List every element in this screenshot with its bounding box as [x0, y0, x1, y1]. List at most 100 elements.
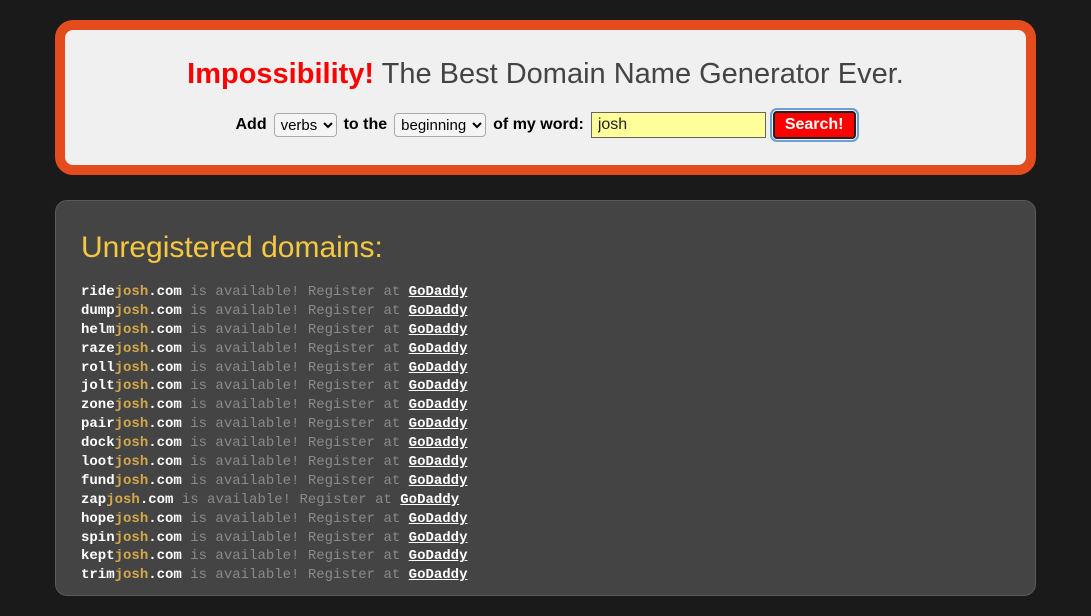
availability-text: is available! Register at: [182, 454, 409, 470]
domain-prefix: hope: [81, 511, 115, 527]
registrar-link[interactable]: GoDaddy: [409, 454, 468, 470]
domain-prefix: zap: [81, 492, 106, 508]
availability-text: is available! Register at: [182, 548, 409, 564]
domain-row: trimjosh.com is available! Register at G…: [81, 566, 1010, 585]
registrar-link[interactable]: GoDaddy: [409, 511, 468, 527]
domain-tld: .com: [148, 567, 182, 583]
results-panel: Unregistered domains: ridejosh.com is av…: [55, 200, 1036, 596]
domain-word: josh: [115, 360, 149, 376]
domain-word: josh: [115, 378, 149, 394]
to-the-label: to the: [344, 116, 388, 134]
domain-row: lootjosh.com is available! Register at G…: [81, 453, 1010, 472]
domain-prefix: roll: [81, 360, 115, 376]
domain-prefix: spin: [81, 530, 115, 546]
domain-row: zonejosh.com is available! Register at G…: [81, 396, 1010, 415]
domain-row: helmjosh.com is available! Register at G…: [81, 321, 1010, 340]
registrar-link[interactable]: GoDaddy: [409, 322, 468, 338]
domain-word: josh: [115, 511, 149, 527]
domain-word: josh: [115, 530, 149, 546]
domain-row: pairjosh.com is available! Register at G…: [81, 415, 1010, 434]
domain-word: josh: [115, 567, 149, 583]
domain-word: josh: [115, 416, 149, 432]
availability-text: is available! Register at: [182, 322, 409, 338]
registrar-link[interactable]: GoDaddy: [409, 530, 468, 546]
domain-word: josh: [115, 397, 149, 413]
domain-word: josh: [115, 303, 149, 319]
domain-row: fundjosh.com is available! Register at G…: [81, 472, 1010, 491]
domain-list: ridejosh.com is available! Register at G…: [81, 283, 1010, 585]
domain-prefix: jolt: [81, 378, 115, 394]
domain-tld: .com: [148, 284, 182, 300]
availability-text: is available! Register at: [182, 567, 409, 583]
registrar-link[interactable]: GoDaddy: [409, 473, 468, 489]
domain-tld: .com: [148, 360, 182, 376]
registrar-link[interactable]: GoDaddy: [409, 284, 468, 300]
domain-row: ridejosh.com is available! Register at G…: [81, 283, 1010, 302]
domain-row: joltjosh.com is available! Register at G…: [81, 377, 1010, 396]
domain-word: josh: [115, 454, 149, 470]
registrar-link[interactable]: GoDaddy: [409, 416, 468, 432]
registrar-link[interactable]: GoDaddy: [409, 360, 468, 376]
domain-row: spinjosh.com is available! Register at G…: [81, 529, 1010, 548]
page-title: Impossibility! The Best Domain Name Gene…: [85, 58, 1006, 91]
domain-word: josh: [115, 473, 149, 489]
registrar-link[interactable]: GoDaddy: [409, 548, 468, 564]
domain-tld: .com: [148, 435, 182, 451]
domain-word: josh: [115, 548, 149, 564]
domain-row: dockjosh.com is available! Register at G…: [81, 434, 1010, 453]
availability-text: is available! Register at: [182, 435, 409, 451]
brand-name: Impossibility!: [187, 58, 374, 90]
word-type-select[interactable]: verbs: [274, 113, 337, 137]
domain-tld: .com: [148, 454, 182, 470]
search-button[interactable]: Search!: [773, 111, 856, 139]
domain-prefix: ride: [81, 284, 115, 300]
registrar-link[interactable]: GoDaddy: [409, 567, 468, 583]
domain-word: josh: [115, 322, 149, 338]
registrar-link[interactable]: GoDaddy: [409, 341, 468, 357]
registrar-link[interactable]: GoDaddy: [409, 303, 468, 319]
domain-tld: .com: [140, 492, 174, 508]
domain-tld: .com: [148, 511, 182, 527]
domain-prefix: dump: [81, 303, 115, 319]
domain-tld: .com: [148, 473, 182, 489]
domain-row: keptjosh.com is available! Register at G…: [81, 547, 1010, 566]
results-heading: Unregistered domains:: [81, 231, 1010, 265]
availability-text: is available! Register at: [182, 360, 409, 376]
domain-prefix: helm: [81, 322, 115, 338]
domain-row: razejosh.com is available! Register at G…: [81, 340, 1010, 359]
availability-text: is available! Register at: [182, 341, 409, 357]
registrar-link[interactable]: GoDaddy: [409, 435, 468, 451]
domain-prefix: trim: [81, 567, 115, 583]
domain-tld: .com: [148, 378, 182, 394]
domain-tld: .com: [148, 416, 182, 432]
registrar-link[interactable]: GoDaddy: [409, 378, 468, 394]
domain-word: josh: [115, 341, 149, 357]
availability-text: is available! Register at: [182, 530, 409, 546]
availability-text: is available! Register at: [182, 511, 409, 527]
search-panel: Impossibility! The Best Domain Name Gene…: [55, 20, 1036, 175]
domain-tld: .com: [148, 530, 182, 546]
position-select[interactable]: beginning: [394, 113, 486, 137]
domain-tld: .com: [148, 341, 182, 357]
availability-text: is available! Register at: [182, 378, 409, 394]
domain-row: hopejosh.com is available! Register at G…: [81, 510, 1010, 529]
of-my-word-label: of my word:: [493, 116, 584, 134]
domain-word: josh: [106, 492, 140, 508]
add-label: Add: [235, 116, 266, 134]
availability-text: is available! Register at: [182, 397, 409, 413]
domain-prefix: raze: [81, 341, 115, 357]
domain-prefix: dock: [81, 435, 115, 451]
domain-prefix: kept: [81, 548, 115, 564]
registrar-link[interactable]: GoDaddy: [400, 492, 459, 508]
domain-prefix: fund: [81, 473, 115, 489]
search-controls: Add verbs to the beginning of my word: S…: [235, 111, 855, 139]
availability-text: is available! Register at: [182, 473, 409, 489]
domain-tld: .com: [148, 303, 182, 319]
registrar-link[interactable]: GoDaddy: [409, 397, 468, 413]
availability-text: is available! Register at: [182, 284, 409, 300]
domain-word: josh: [115, 435, 149, 451]
availability-text: is available! Register at: [182, 416, 409, 432]
domain-word: josh: [115, 284, 149, 300]
tagline: The Best Domain Name Generator Ever.: [374, 58, 904, 90]
word-input[interactable]: [591, 112, 766, 138]
